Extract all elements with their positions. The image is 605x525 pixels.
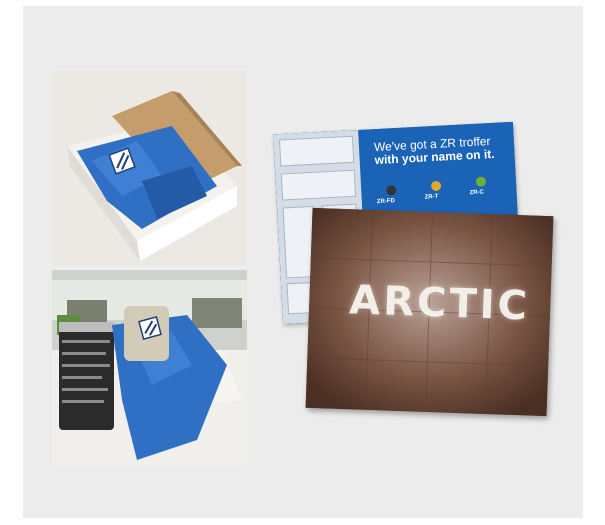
arctic-card: ARCTIC bbox=[305, 207, 554, 417]
product-label-2: ZR-T bbox=[424, 193, 439, 201]
logo-tile-icon bbox=[138, 316, 162, 340]
tumbler-photo bbox=[52, 270, 247, 466]
box-photo bbox=[52, 71, 247, 266]
arctic-lettering: ARCTIC bbox=[348, 277, 531, 330]
product-label-1: ZR-FD bbox=[376, 198, 396, 206]
product-label-3: ZR-C bbox=[469, 189, 485, 197]
